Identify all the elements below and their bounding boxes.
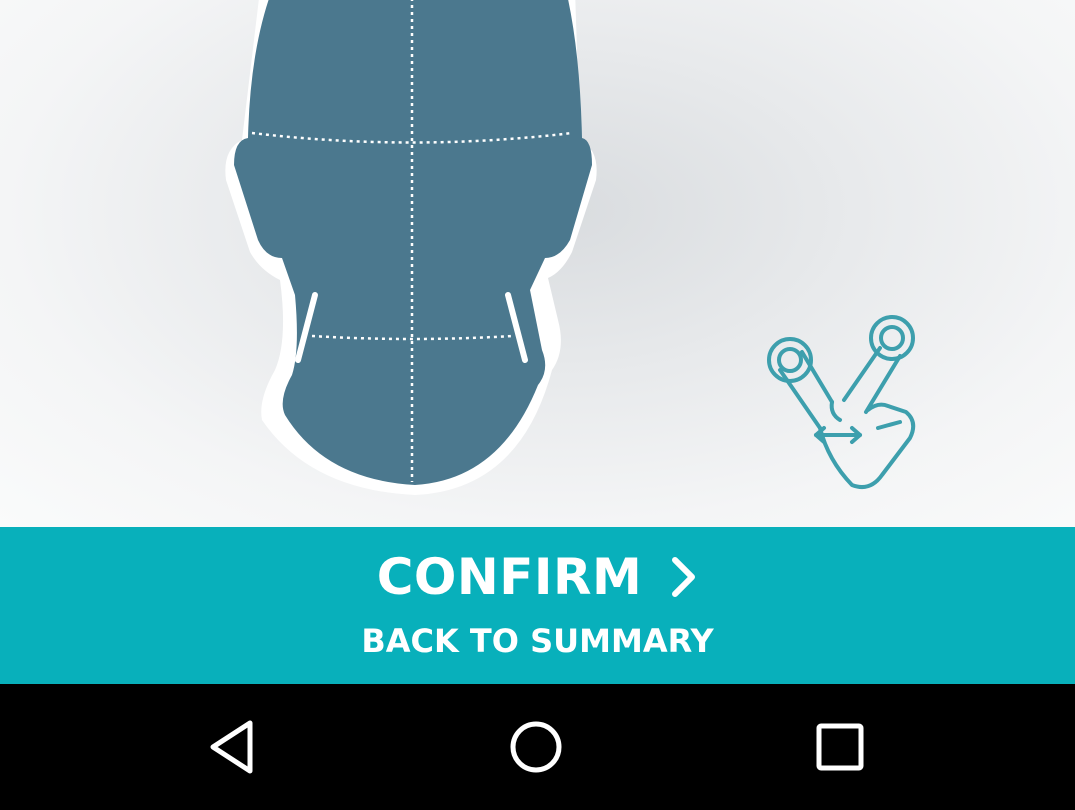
home-circle-icon[interactable]: [506, 717, 566, 777]
back-triangle-icon[interactable]: [205, 717, 265, 777]
recents-square-icon[interactable]: [810, 717, 870, 777]
illustration-area: [0, 0, 1075, 527]
confirm-label: CONFIRM: [376, 548, 643, 606]
back-to-summary-button[interactable]: BACK TO SUMMARY: [0, 619, 1075, 663]
confirm-button[interactable]: CONFIRM: [0, 545, 1075, 609]
android-navigation-bar: [0, 684, 1075, 810]
chevron-right-icon: [672, 557, 696, 597]
action-bar: CONFIRM BACK TO SUMMARY: [0, 527, 1075, 684]
head-front-view-icon: [225, 0, 597, 495]
pinch-zoom-gesture-icon: [767, 315, 916, 489]
